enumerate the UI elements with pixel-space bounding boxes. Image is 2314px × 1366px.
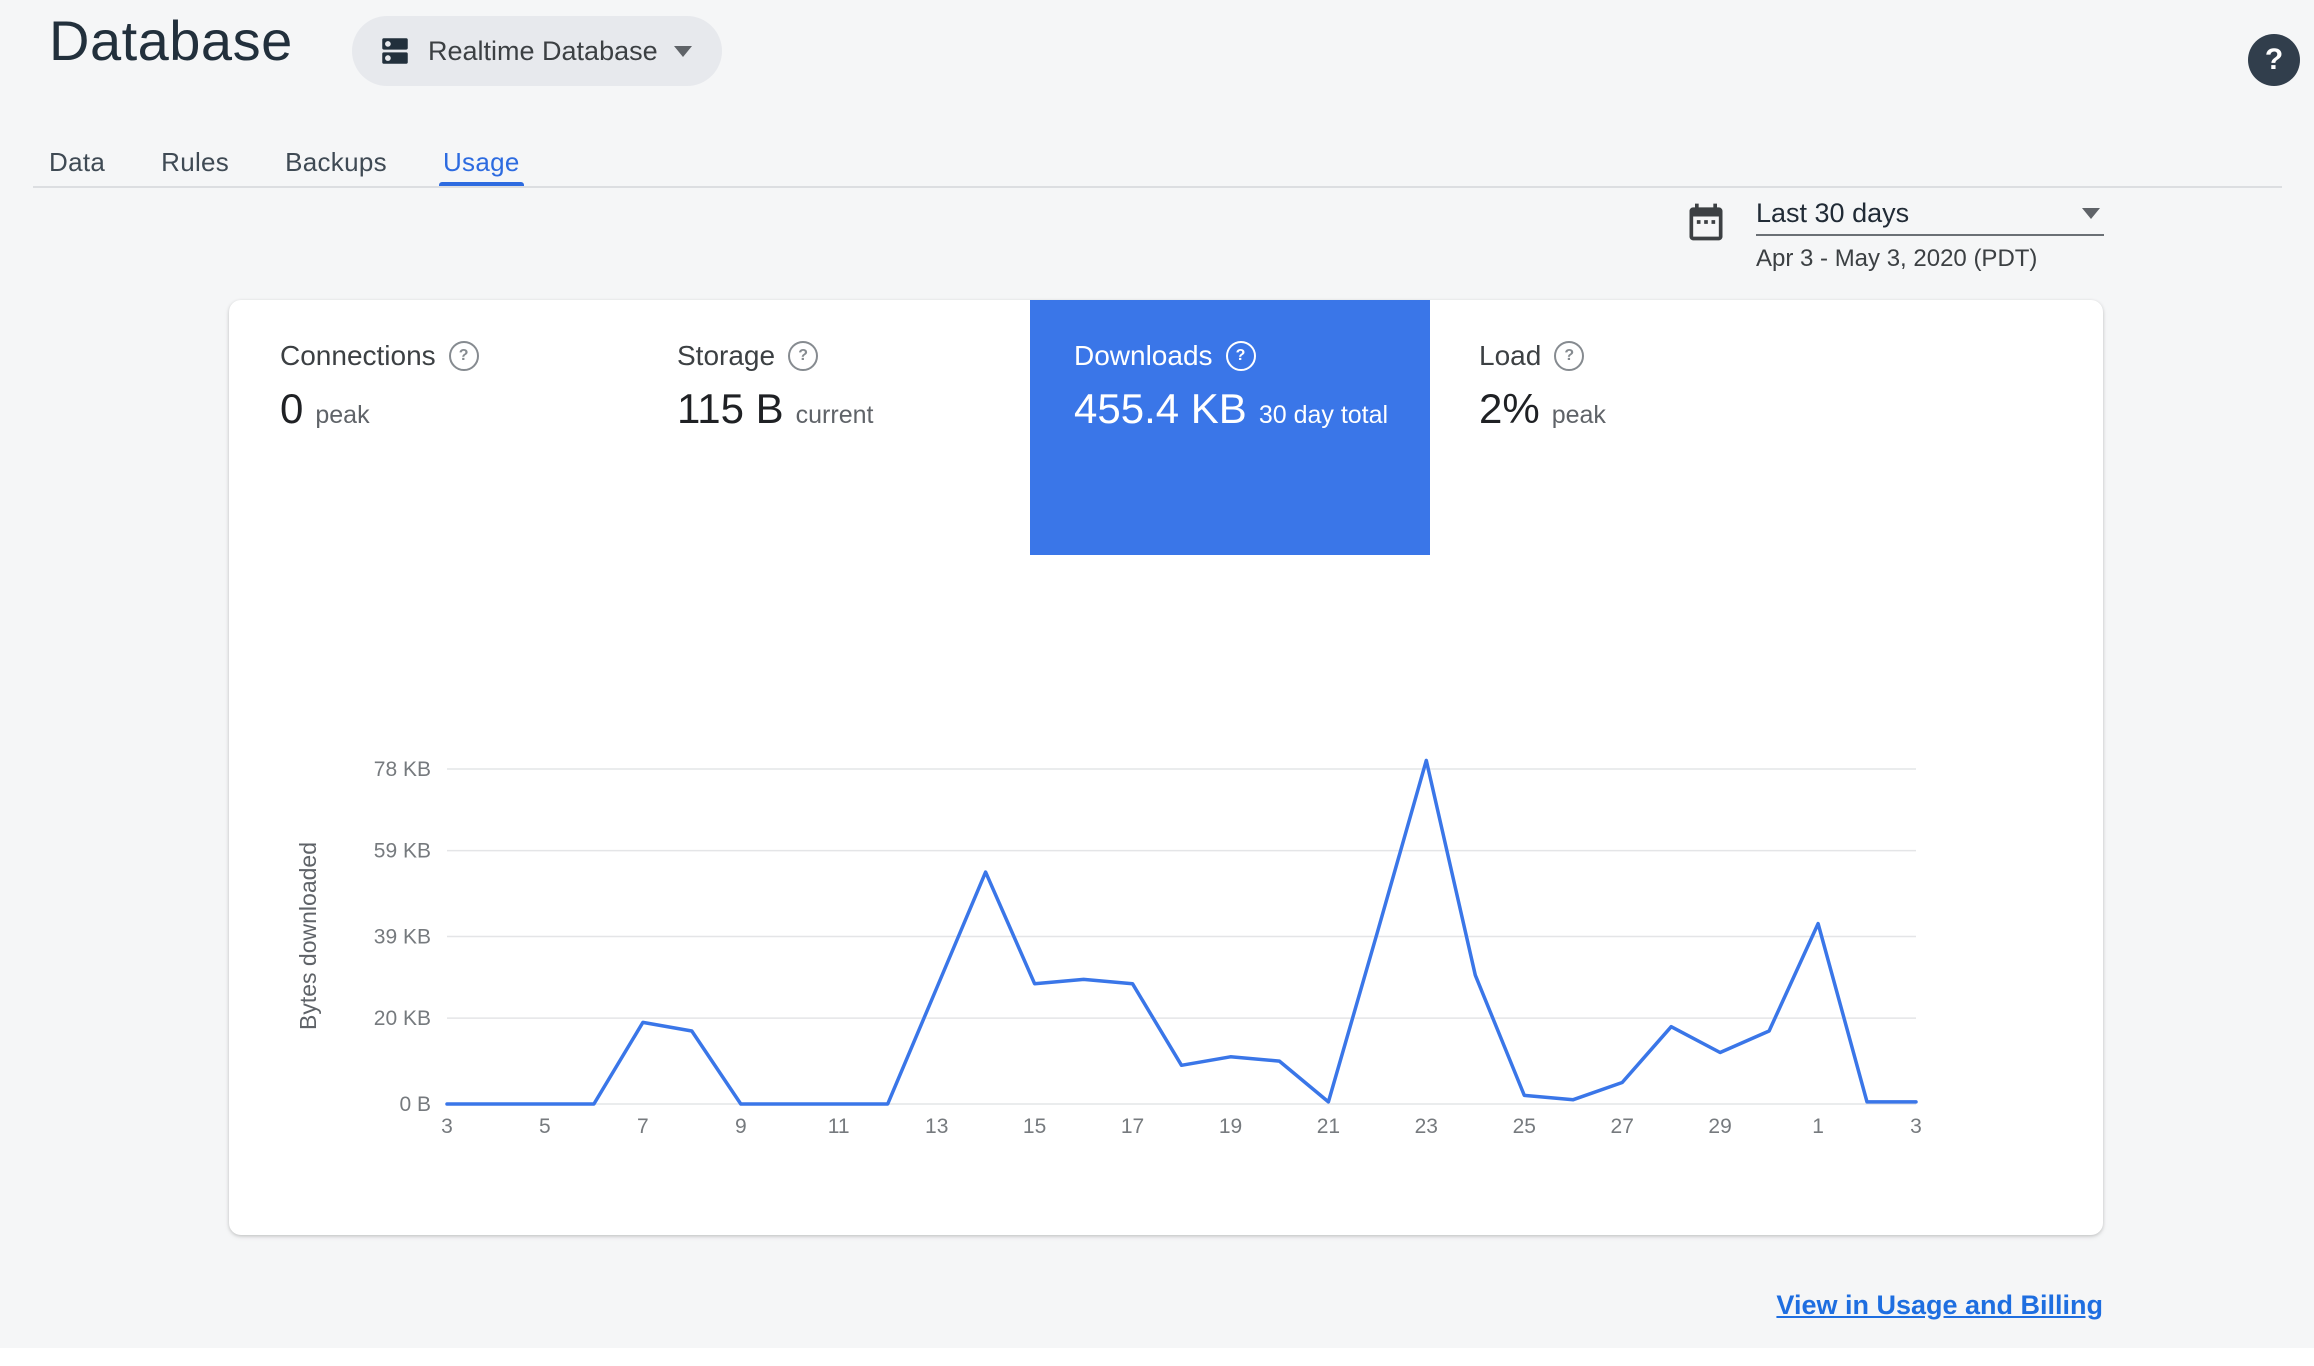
date-range-label: Last 30 days — [1756, 197, 1910, 228]
svg-text:27: 27 — [1611, 1115, 1634, 1138]
metric-connections-unit: peak — [315, 401, 370, 429]
metric-downloads-selected[interactable]: Downloads ? 455.4 KB 30 day total — [1030, 300, 1430, 555]
svg-text:3: 3 — [1910, 1115, 1922, 1138]
help-icon[interactable]: ? — [448, 341, 479, 371]
tab-data[interactable]: Data — [49, 138, 105, 186]
svg-text:5: 5 — [539, 1115, 551, 1138]
tab-bar: Data Rules Backups Usage — [49, 138, 524, 186]
metric-connections-label: Connections — [280, 340, 436, 371]
metric-load-value: 2% — [1479, 385, 1540, 432]
date-range-picker[interactable]: Last 30 days Apr 3 - May 3, 2020 (PDT) — [1756, 192, 2104, 273]
metric-downloads-label: Downloads — [1074, 340, 1213, 371]
svg-text:17: 17 — [1121, 1115, 1144, 1138]
svg-text:23: 23 — [1415, 1115, 1438, 1138]
svg-text:11: 11 — [828, 1115, 850, 1138]
chart-y-axis-label: Bytes downloaded — [295, 842, 321, 1030]
svg-text:29: 29 — [1708, 1115, 1731, 1138]
metric-load-unit: peak — [1551, 401, 1606, 429]
help-icon[interactable]: ? — [1225, 341, 1256, 371]
svg-text:21: 21 — [1317, 1115, 1340, 1138]
svg-text:9: 9 — [735, 1115, 747, 1138]
svg-text:13: 13 — [925, 1115, 948, 1138]
chevron-down-icon — [673, 45, 692, 57]
metric-downloads-value: 455.4 KB — [1074, 385, 1247, 432]
metric-connections[interactable]: Connections ? 0 peak — [280, 340, 479, 433]
downloads-line-chart: 0 B20 KB39 KB59 KB78 KB3 5 7 9 11 13 15 17 19 21 2… — [374, 758, 1922, 1138]
database-usage-page: Database Realtime Database ? Data Rules … — [0, 0, 2314, 1366]
database-selector-label: Realtime Database — [428, 35, 658, 66]
tab-rules[interactable]: Rules — [161, 138, 229, 186]
downloads-chart: 0 B 20 KB 39 KB 59 KB 78 KB 3 5 7 9 11 13 15 17 19 21 2… — [349, 720, 2029, 1190]
metric-storage-value: 115 B — [677, 385, 784, 432]
metric-load-label: Load — [1479, 340, 1542, 371]
tab-divider — [33, 186, 2282, 188]
metric-storage[interactable]: Storage ? 115 B current — [677, 340, 873, 433]
metric-downloads-unit: 30 day total — [1258, 401, 1389, 429]
help-button[interactable]: ? — [2248, 34, 2300, 86]
date-range-dropdown[interactable]: Last 30 days — [1756, 192, 2104, 236]
chevron-down-icon — [2082, 207, 2100, 219]
svg-text:25: 25 — [1513, 1115, 1536, 1138]
help-icon[interactable]: ? — [788, 341, 819, 371]
database-selector-dropdown[interactable]: Realtime Database — [352, 16, 722, 86]
svg-text:3: 3 — [441, 1115, 453, 1138]
usage-billing-link[interactable]: View in Usage and Billing — [1776, 1290, 2103, 1321]
svg-text:20 KB: 20 KB — [374, 1007, 431, 1030]
tab-backups[interactable]: Backups — [285, 138, 387, 186]
tab-usage[interactable]: Usage — [438, 138, 524, 186]
svg-text:19: 19 — [1219, 1115, 1242, 1138]
metric-storage-unit: current — [795, 401, 874, 429]
metric-storage-label: Storage — [677, 340, 776, 371]
help-icon[interactable]: ? — [1554, 341, 1585, 371]
help-icon: ? — [2264, 43, 2284, 76]
svg-text:7: 7 — [637, 1115, 649, 1138]
page-title: Database — [49, 9, 293, 72]
svg-text:1: 1 — [1812, 1115, 1824, 1138]
date-range-detail: Apr 3 - May 3, 2020 (PDT) — [1756, 245, 2038, 272]
usage-card: Connections ? 0 peak Storage ? 115 B cur… — [229, 300, 2103, 1235]
metric-load[interactable]: Load ? 2% peak — [1479, 340, 1606, 433]
svg-text:15: 15 — [1023, 1115, 1046, 1138]
svg-text:39 KB: 39 KB — [374, 926, 431, 949]
calendar-icon — [1689, 203, 1723, 241]
bottom-bar — [0, 1348, 2314, 1366]
svg-text:78 KB: 78 KB — [374, 758, 431, 781]
metric-connections-value: 0 — [280, 385, 304, 432]
database-icon — [382, 38, 408, 64]
svg-text:0 B: 0 B — [399, 1093, 431, 1116]
svg-text:59 KB: 59 KB — [374, 840, 431, 863]
